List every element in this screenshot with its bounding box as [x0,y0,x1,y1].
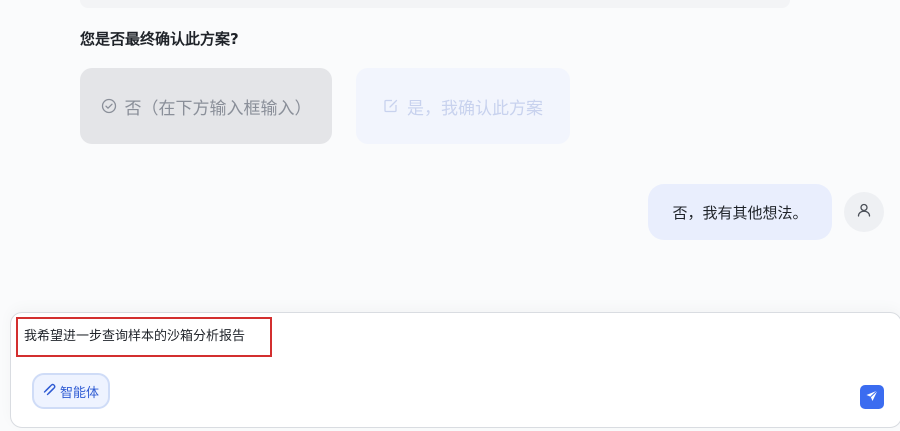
check-circle-icon [101,98,117,114]
message-input[interactable]: 我希望进一步查询样本的沙箱分析报告 [16,317,272,357]
agent-button[interactable]: 智能体 [32,373,110,409]
send-icon [865,388,879,407]
chat-page: 您是否最终确认此方案? 否（在下方输入框输入） 是，我确认此方案 否，我有其他想… [0,0,900,431]
option-yes-button[interactable]: 是，我确认此方案 [356,68,570,144]
agent-icon [43,382,57,400]
user-icon [856,202,872,222]
option-no-button[interactable]: 否（在下方输入框输入） [80,68,332,144]
option-no-label: 否（在下方输入框输入） [124,98,312,119]
edit-icon [383,98,399,114]
previous-message-edge [80,0,790,8]
agent-button-label: 智能体 [59,385,99,401]
user-avatar [844,192,884,232]
send-button[interactable] [860,385,884,409]
user-message-text: 否，我有其他想法。 [672,203,808,222]
user-message-bubble: 否，我有其他想法。 [648,184,832,240]
confirmation-question: 您是否最终确认此方案? [80,30,239,48]
option-yes-label: 是，我确认此方案 [407,98,543,119]
